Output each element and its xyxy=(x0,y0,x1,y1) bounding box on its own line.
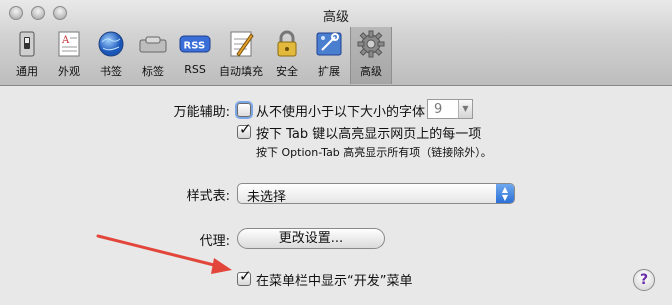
window-title: 高级 xyxy=(322,10,349,25)
min-font-size-select[interactable]: 9 ▼ xyxy=(427,99,473,119)
tab-bookmarks[interactable]: 书签 xyxy=(90,28,132,82)
min-font-size-value: 9 xyxy=(434,102,443,117)
show-develop-menu-checkbox[interactable]: ✓ xyxy=(237,267,252,286)
stylesheet-value: 未选择 xyxy=(247,190,287,205)
tab-extensions[interactable]: 扩展 xyxy=(308,28,350,82)
tab-general-label: 通用 xyxy=(16,65,38,78)
checkmark-icon: ✓ xyxy=(239,267,252,285)
advanced-pane: 万能辅助: 从不使用小于以下大小的字体 9 ▼ ✓ 按下 Tab 键以高亮显示网… xyxy=(0,87,672,305)
show-develop-menu-text: 在菜单栏中显示“开发”菜单 xyxy=(256,274,413,289)
tab-advanced[interactable]: 高级 xyxy=(350,27,392,84)
stylesheet-select[interactable]: 未选择 ▲ ▼ xyxy=(237,183,515,205)
tab-security[interactable]: 安全 xyxy=(266,28,308,82)
tab-advanced-label: 高级 xyxy=(360,65,382,78)
tab-appearance[interactable]: A 外观 xyxy=(48,28,90,82)
svg-text:RSS: RSS xyxy=(184,41,206,52)
tab-security-label: 安全 xyxy=(276,65,298,78)
tabs-icon xyxy=(139,36,167,53)
globe-icon xyxy=(98,31,124,57)
rss-icon: RSS xyxy=(179,35,211,53)
accessibility-label: 万能辅助: xyxy=(173,105,230,120)
help-button[interactable]: ? xyxy=(633,269,655,291)
tab-highlight-hint: 按下 Option-Tab 高亮显示所有项（链接除外）。 xyxy=(256,146,492,159)
tab-general[interactable]: 通用 xyxy=(6,28,48,82)
tab-highlight-text: 按下 Tab 键以高亮显示网页上的每一项 xyxy=(256,127,482,142)
chevron-down-icon: ▼ xyxy=(458,100,472,118)
tab-autofill-label: 自动填充 xyxy=(219,65,263,78)
appearance-icon: A xyxy=(58,31,80,57)
tab-highlight-checkbox[interactable]: ✓ xyxy=(237,120,252,139)
switch-icon xyxy=(19,31,35,57)
svg-text:A: A xyxy=(61,35,70,46)
checkmark-icon: ✓ xyxy=(239,120,252,138)
gear-icon xyxy=(357,30,385,58)
extensions-icon xyxy=(316,32,342,56)
stylesheet-label: 样式表: xyxy=(186,189,230,204)
window-titlebar: 高级 通用 A 外观 书签 标签 RSS RSS 自动填充 安全 扩展 高级 xyxy=(0,0,672,86)
updown-arrows-icon: ▲ ▼ xyxy=(496,184,514,203)
proxy-label: 代理: xyxy=(199,234,230,249)
tab-tabs-label: 标签 xyxy=(142,65,164,78)
preferences-toolbar: 通用 A 外观 书签 标签 RSS RSS 自动填充 安全 扩展 高级 xyxy=(6,27,392,84)
tab-appearance-label: 外观 xyxy=(58,65,80,78)
tab-autofill[interactable]: 自动填充 xyxy=(216,28,266,82)
min-font-size-checkbox[interactable] xyxy=(237,103,251,117)
tab-rss[interactable]: RSS RSS xyxy=(174,28,216,82)
tab-bookmarks-label: 书签 xyxy=(100,65,122,78)
change-proxy-settings-button[interactable]: 更改设置... xyxy=(237,228,385,249)
lock-icon xyxy=(277,30,297,57)
autofill-icon xyxy=(230,31,254,57)
tab-rss-label: RSS xyxy=(184,63,206,76)
tab-tabs[interactable]: 标签 xyxy=(132,28,174,82)
min-font-size-text: 从不使用小于以下大小的字体 xyxy=(256,105,426,120)
tab-extensions-label: 扩展 xyxy=(318,65,340,78)
